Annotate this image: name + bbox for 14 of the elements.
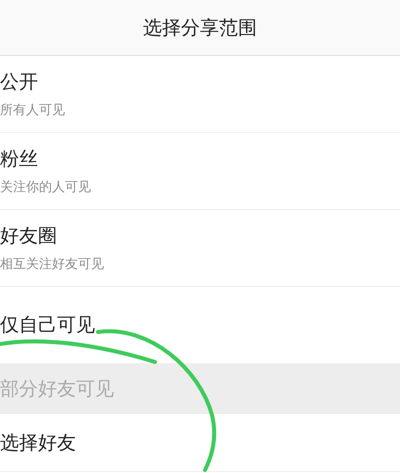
option-title: 好友圈 <box>0 224 58 249</box>
option-title: 选择好友 <box>0 430 77 456</box>
page-title: 选择分享范围 <box>143 16 257 40</box>
option-description: 所有人可见 <box>0 102 66 119</box>
option-description: 相互关注好友可见 <box>0 256 105 273</box>
visibility-option[interactable]: 粉丝 关注你的人可见 <box>0 133 400 210</box>
visibility-option[interactable]: 选择好友 <box>0 414 400 472</box>
option-title: 仅自己可见 <box>0 313 96 338</box>
section-title: 部分好友可见 <box>0 377 114 402</box>
visibility-option[interactable]: 好友圈 相互关注好友可见 <box>0 210 400 287</box>
option-title: 公开 <box>0 70 39 95</box>
option-description: 关注你的人可见 <box>0 179 92 196</box>
option-title: 粉丝 <box>0 147 39 172</box>
visibility-option[interactable]: 公开 所有人可见 <box>0 56 400 133</box>
